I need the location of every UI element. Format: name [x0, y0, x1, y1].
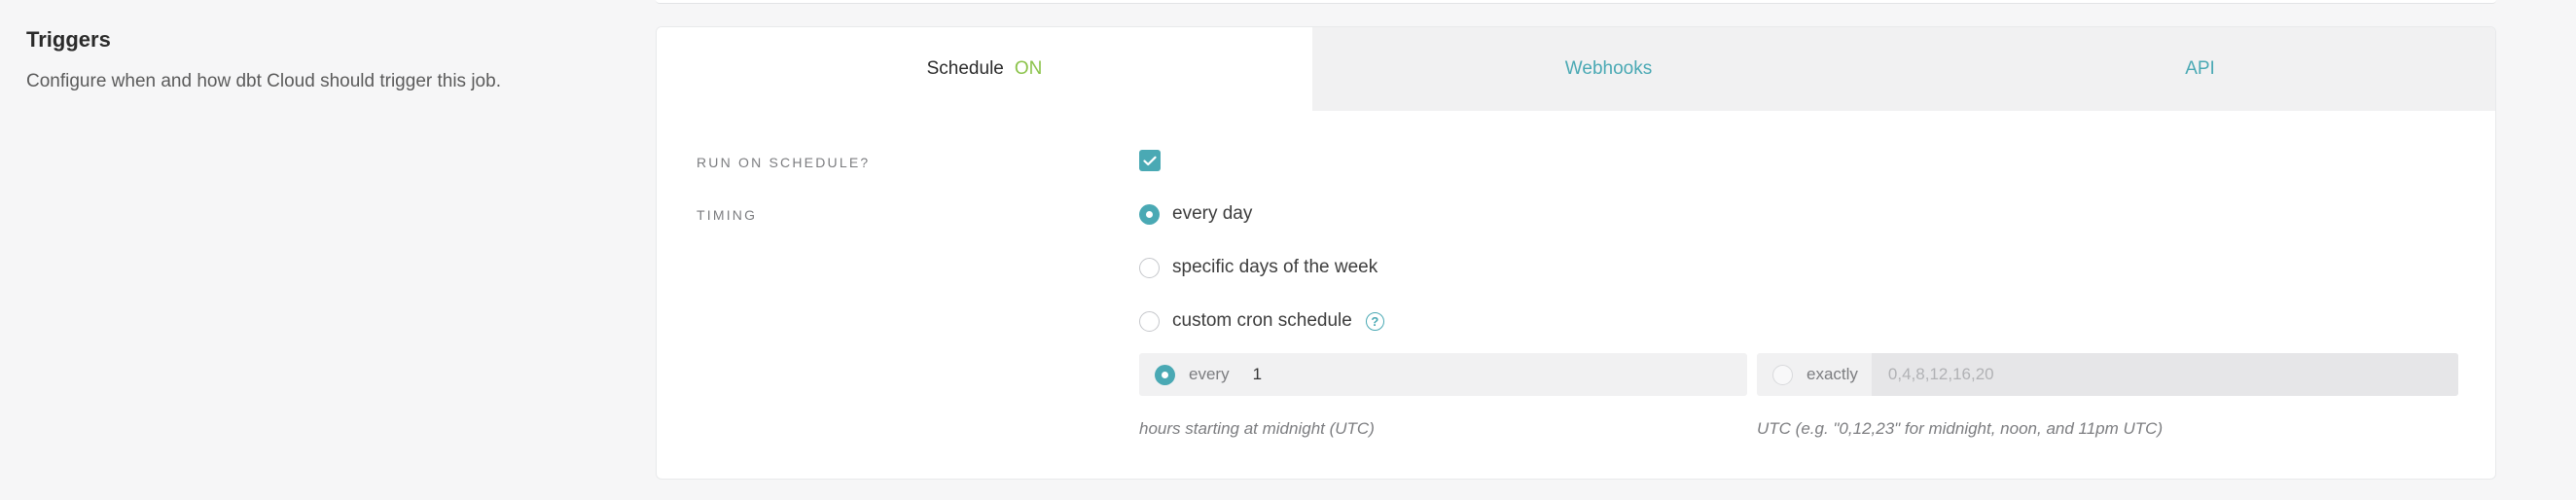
tab-webhooks[interactable]: Webhooks — [1312, 27, 1905, 111]
exactly-hours-input[interactable]: 0,4,8,12,16,20 — [1871, 353, 2458, 396]
every-day-label: every day — [1172, 203, 1253, 224]
exactly-hours-field: exactly 0,4,8,12,16,20 — [1757, 353, 2458, 396]
timing-label: TIMING — [697, 207, 758, 223]
radio-every-day[interactable] — [1139, 203, 1160, 225]
section-title: Triggers — [26, 27, 111, 52]
every-hours-input[interactable]: 1 — [1253, 353, 1747, 396]
previous-card-edge — [656, 0, 2496, 4]
radio-custom-cron[interactable] — [1139, 310, 1160, 332]
tab-schedule[interactable]: Schedule ON — [657, 27, 1312, 111]
tab-webhooks-label: Webhooks — [1564, 58, 1653, 79]
tab-schedule-label: Schedule — [926, 58, 1004, 79]
tab-api[interactable]: API — [1905, 27, 2495, 111]
radio-specific-days[interactable] — [1139, 257, 1160, 278]
exactly-hint: UTC (e.g. "0,12,23" for midnight, noon, … — [1757, 419, 2164, 438]
run-on-schedule-label: RUN ON SCHEDULE? — [697, 155, 871, 170]
check-icon — [1143, 156, 1157, 165]
triggers-page: Triggers Configure when and how dbt Clou… — [0, 0, 2576, 500]
timing-option-custom-cron[interactable]: custom cron schedule ? — [1139, 310, 1384, 332]
help-icon[interactable]: ? — [1365, 311, 1384, 331]
timing-option-every-day[interactable]: every day — [1139, 203, 1252, 225]
timing-option-specific-days[interactable]: specific days of the week — [1139, 257, 1377, 278]
tab-api-label: API — [2185, 58, 2215, 79]
radio-exactly-hours[interactable] — [1772, 364, 1793, 385]
radio-every-hours[interactable] — [1155, 364, 1175, 385]
every-hours-field: every 1 — [1139, 353, 1747, 396]
triggers-card: Schedule ON Webhooks API RUN ON SCHEDULE… — [656, 26, 2496, 480]
trigger-tabs: Schedule ON Webhooks API — [657, 27, 2495, 111]
run-on-schedule-checkbox[interactable] — [1139, 150, 1161, 171]
exactly-tag: exactly — [1807, 365, 1858, 383]
specific-days-label: specific days of the week — [1172, 257, 1378, 277]
schedule-status-badge: ON — [1014, 58, 1043, 79]
custom-cron-label: custom cron schedule — [1172, 310, 1352, 331]
every-hint: hours starting at midnight (UTC) — [1139, 419, 1375, 438]
section-description: Configure when and how dbt Cloud should … — [26, 71, 501, 91]
every-tag: every — [1189, 365, 1230, 383]
